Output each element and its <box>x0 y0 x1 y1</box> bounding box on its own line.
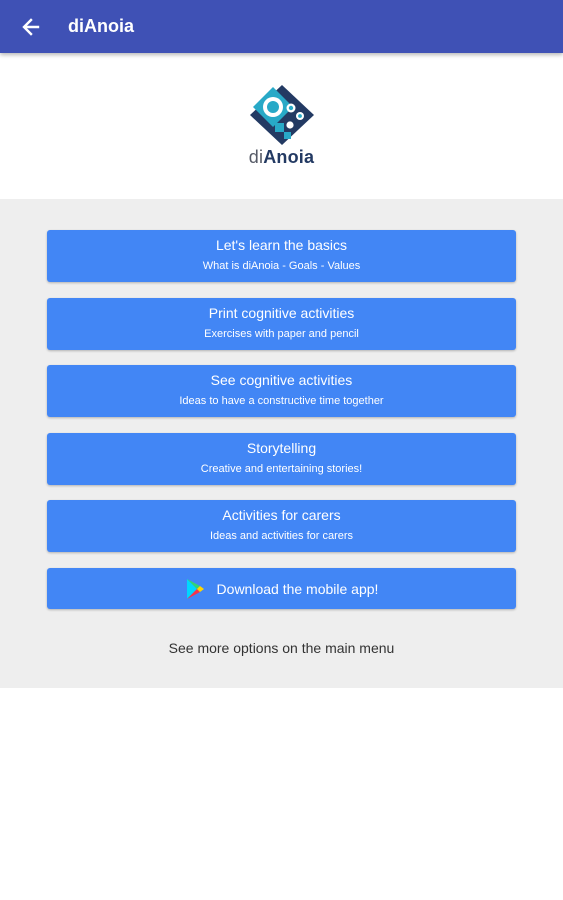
carers-activities-button[interactable]: Activities for carers Ideas and activiti… <box>47 500 516 552</box>
button-title: Let's learn the basics <box>215 237 348 253</box>
button-subtitle: Ideas to have a constructive time togeth… <box>179 395 384 407</box>
see-activities-button[interactable]: See cognitive activities Ideas to have a… <box>47 365 516 417</box>
google-play-icon <box>186 578 204 599</box>
button-subtitle: Creative and entertaining stories! <box>200 463 363 475</box>
more-options-note: See more options on the main menu <box>168 640 395 656</box>
back-button[interactable] <box>16 12 46 42</box>
print-activities-button[interactable]: Print cognitive activities Exercises wit… <box>47 298 516 350</box>
app-bar: diAnoia <box>0 0 563 53</box>
download-label: Download the mobile app! <box>216 580 379 597</box>
learn-basics-button[interactable]: Let's learn the basics What is diAnoia -… <box>47 230 516 282</box>
button-title: Storytelling <box>246 440 317 456</box>
logo-header: diAnoia <box>0 53 563 199</box>
logo-wordmark: diAnoia <box>0 147 563 168</box>
dianoia-logo-icon <box>250 85 314 145</box>
app-title: diAnoia <box>68 16 134 36</box>
menu-panel: Let's learn the basics What is diAnoia -… <box>0 199 563 688</box>
button-subtitle: What is diAnoia - Goals - Values <box>202 260 361 272</box>
button-title: Print cognitive activities <box>208 305 355 321</box>
logo-text-prefix: di <box>248 147 264 167</box>
button-subtitle: Exercises with paper and pencil <box>204 328 359 340</box>
button-title: See cognitive activities <box>210 372 353 388</box>
storytelling-button[interactable]: Storytelling Creative and entertaining s… <box>47 433 516 485</box>
button-title: Activities for carers <box>222 507 341 523</box>
arrow-left-icon <box>22 17 40 36</box>
logo-text-rest: Anoia <box>263 147 315 167</box>
button-subtitle: Ideas and activities for carers <box>209 530 354 542</box>
download-app-button[interactable]: Download the mobile app! <box>47 568 516 609</box>
